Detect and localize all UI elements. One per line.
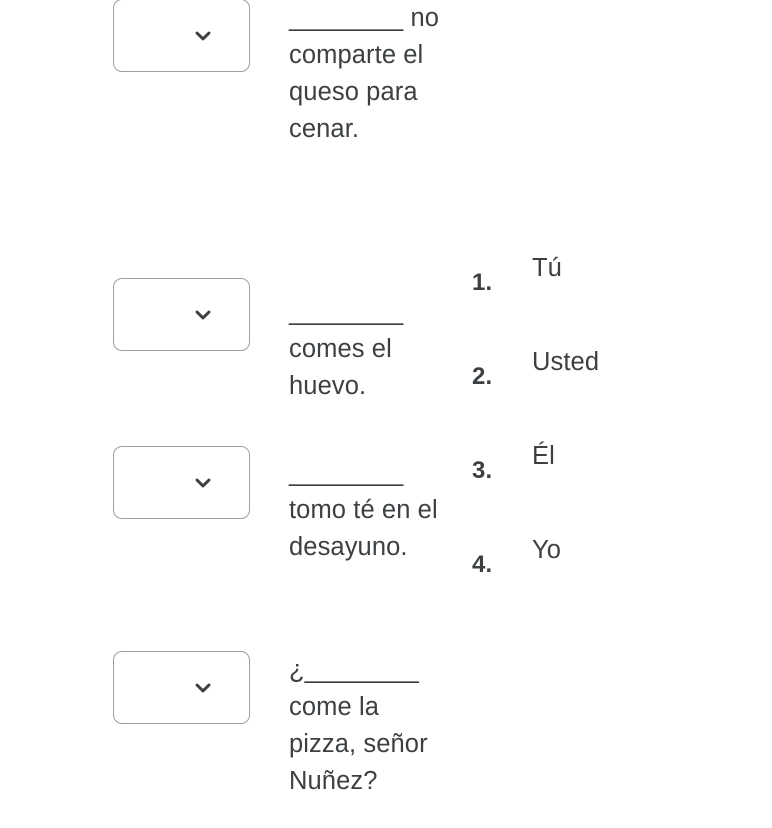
option-number: 4. xyxy=(472,551,493,578)
sentence-text: ________ no comparte el queso para cenar… xyxy=(289,4,447,143)
list-item: 1. Tú xyxy=(472,250,742,344)
chevron-down-icon xyxy=(192,25,214,47)
list-item: 4. Yo xyxy=(472,532,742,626)
exercise-canvas: ________ no comparte el queso para cenar… xyxy=(0,0,772,828)
answer-select-1[interactable] xyxy=(113,0,250,72)
option-number: 3. xyxy=(472,457,493,484)
option-number: 1. xyxy=(472,269,493,296)
option-label: Él xyxy=(532,442,555,470)
answer-select-3[interactable] xyxy=(113,446,250,519)
answer-select-2[interactable] xyxy=(113,278,250,351)
option-label: Usted xyxy=(532,348,600,376)
sentence-text: ¿________ come la pizza, señor Nuñez? xyxy=(289,656,435,795)
chevron-down-icon xyxy=(192,304,214,326)
list-item: 2. Usted xyxy=(472,344,742,438)
chevron-down-icon xyxy=(192,677,214,699)
options-list: 1. Tú 2. Usted 3. Él 4. Yo xyxy=(472,250,742,626)
option-label: Tú xyxy=(532,254,562,282)
sentence-text: ________ tomo té en el desayuno. xyxy=(289,459,445,561)
sentence-text: ________ comes el huevo. xyxy=(289,298,411,400)
chevron-down-icon xyxy=(192,472,214,494)
list-item: 3. Él xyxy=(472,438,742,532)
answer-select-4[interactable] xyxy=(113,651,250,724)
option-number: 2. xyxy=(472,363,493,390)
option-label: Yo xyxy=(532,536,562,564)
